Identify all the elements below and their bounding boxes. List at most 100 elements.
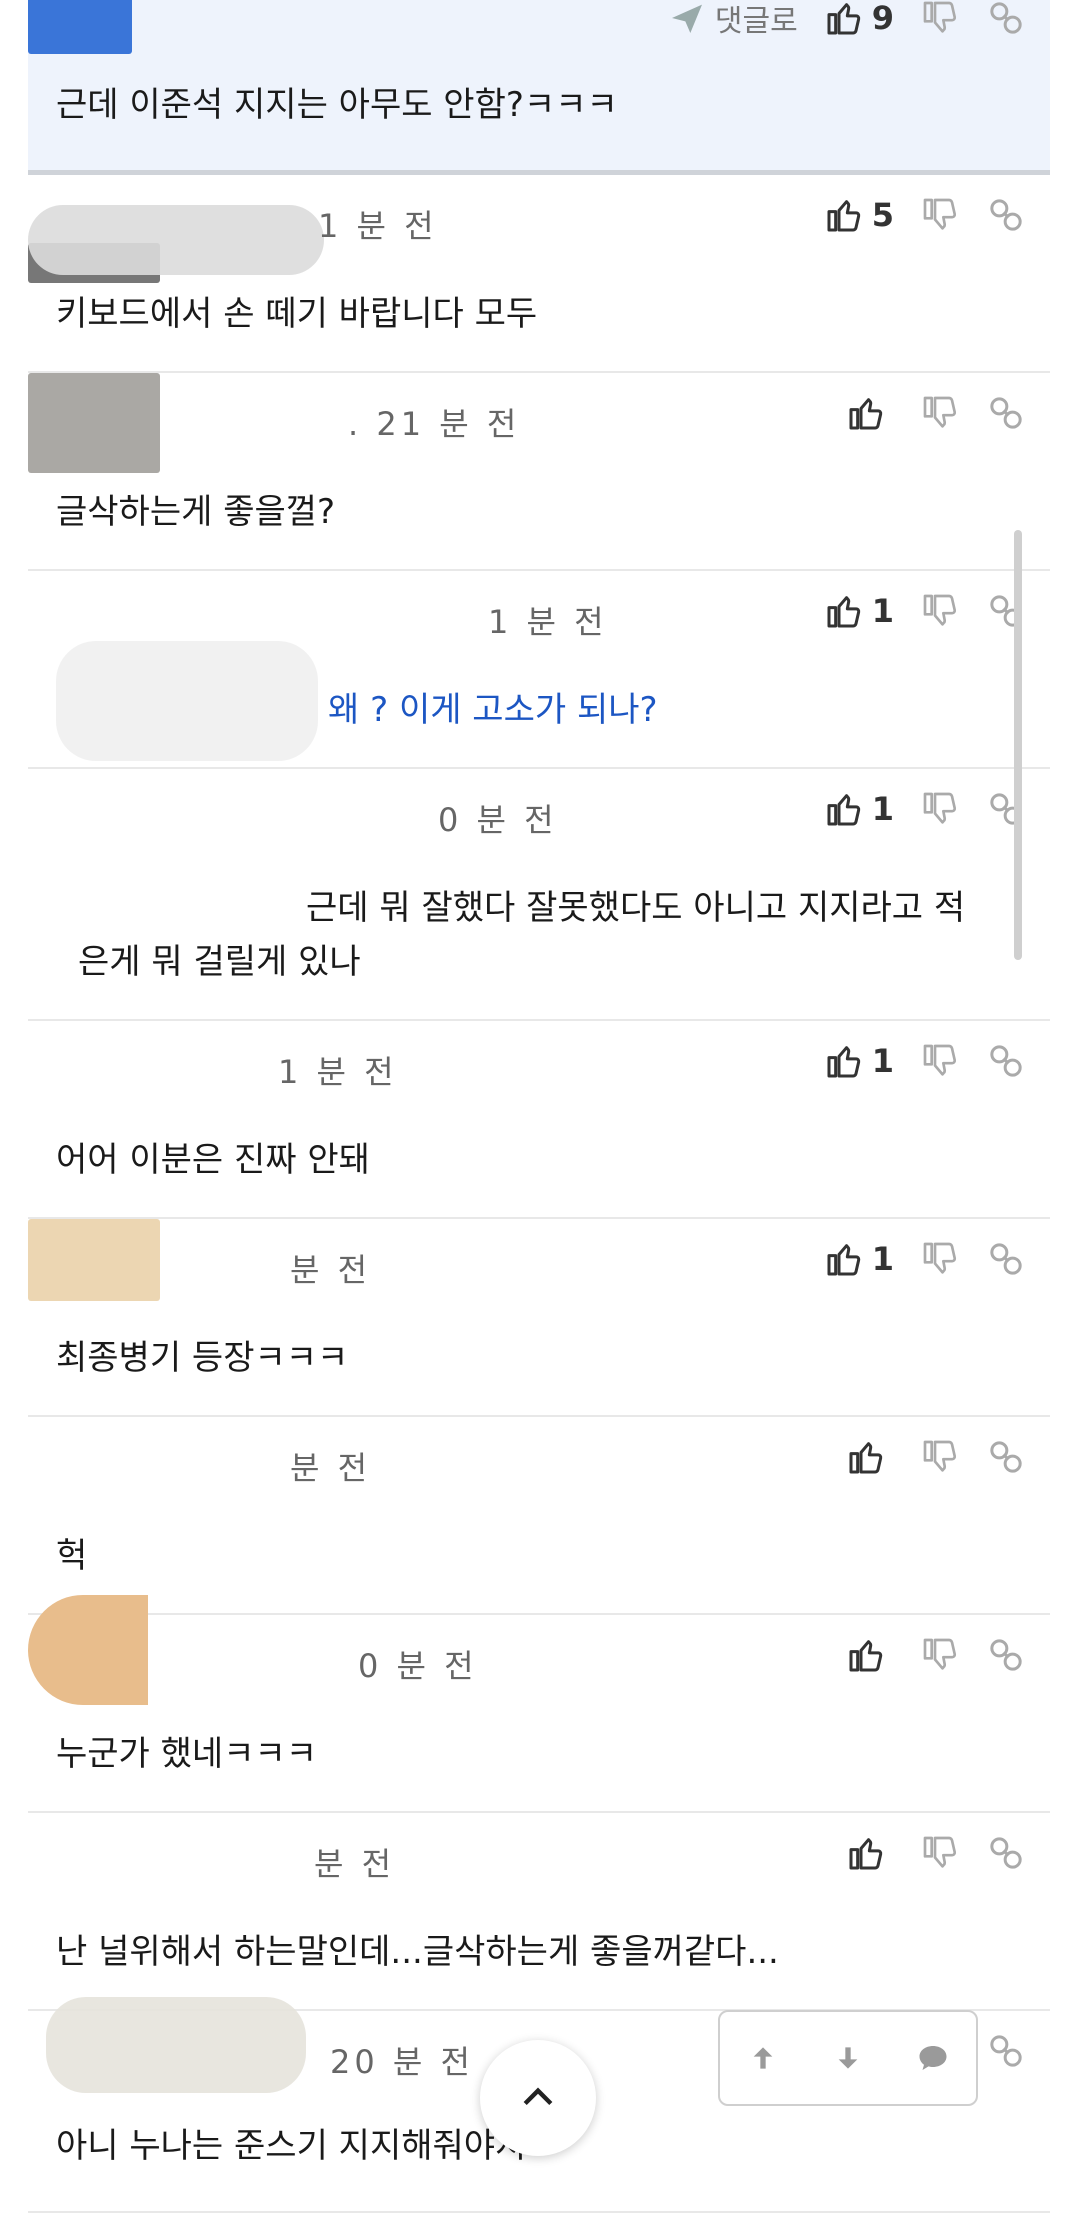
comment-time: 0 분 전 bbox=[438, 801, 558, 839]
comment-item: 댓글로 9 근데 이준석 지지는 아무도 안함?ㅋㅋㅋ bbox=[28, 0, 1050, 175]
reply-arrow-icon bbox=[667, 0, 707, 38]
like-count: 1 bbox=[871, 1240, 894, 1278]
thumbs-up-icon bbox=[846, 1635, 886, 1675]
scroll-to-top-button[interactable] bbox=[480, 2040, 596, 2156]
comment-header: 1 분 전 1 bbox=[28, 571, 1050, 761]
thumbs-up-icon bbox=[824, 789, 864, 829]
link-icon[interactable] bbox=[986, 1239, 1026, 1279]
link-icon[interactable] bbox=[986, 1833, 1026, 1873]
masked-avatar bbox=[46, 1997, 306, 2093]
comment-header: 0 분 전 1 bbox=[28, 769, 1050, 849]
thumbs-up-icon bbox=[824, 195, 864, 235]
comment-actions bbox=[846, 1631, 1026, 1679]
comment-header: 1 분 전 1 bbox=[28, 1021, 1050, 1101]
comment-time: 20 분 전 bbox=[330, 2043, 474, 2081]
comment-actions bbox=[986, 2027, 1026, 2075]
link-icon[interactable] bbox=[986, 1041, 1026, 1081]
comment-header: 분 전 1 bbox=[28, 1219, 1050, 1301]
comment-item: 1 분 전 1 왜 ? 이게 고소가 되나? bbox=[28, 571, 1050, 769]
chevron-up-icon bbox=[523, 2087, 553, 2106]
comment-header: 1 분 전 5 bbox=[28, 175, 1050, 283]
reply-button[interactable]: 댓글로 bbox=[667, 0, 798, 40]
chat-bubble-icon bbox=[919, 2046, 947, 2070]
comment-text: 글삭하는게 좋을껄? bbox=[56, 492, 336, 532]
arrow-up-icon bbox=[753, 2047, 772, 2069]
thumbs-down-icon[interactable] bbox=[920, 0, 960, 38]
thumbs-down-icon[interactable] bbox=[920, 393, 960, 433]
scroll-down-button[interactable] bbox=[826, 2036, 870, 2080]
comment-item: 분 전 1 최종병기 등장ㅋㅋㅋ bbox=[28, 1219, 1050, 1417]
thumbs-up-icon bbox=[824, 591, 864, 631]
thumbs-up-icon bbox=[824, 1041, 864, 1081]
avatar bbox=[28, 373, 160, 473]
comment-actions: 5 bbox=[824, 191, 1026, 239]
comment-time: 0 분 전 bbox=[358, 1647, 478, 1685]
scrollbar[interactable] bbox=[1014, 530, 1022, 960]
thumbs-up-icon bbox=[846, 393, 886, 433]
thumbs-down-icon[interactable] bbox=[920, 195, 960, 235]
like-button[interactable] bbox=[846, 1437, 894, 1477]
comment-text: 어어 이분은 진짜 안돼 bbox=[56, 1140, 370, 1180]
comment-list: 댓글로 9 근데 이준석 지지는 아무도 안함?ㅋㅋㅋ 1 분 전 5 키보드에… bbox=[28, 0, 1050, 2213]
comment-time: 분 전 bbox=[290, 1251, 372, 1289]
link-icon[interactable] bbox=[986, 393, 1026, 433]
comment-item: 0 분 전 누군가 했네ㅋㅋㅋ bbox=[28, 1595, 1050, 1813]
like-count: 1 bbox=[871, 790, 894, 828]
comment-header: 분 전 bbox=[28, 1417, 1050, 1497]
link-icon[interactable] bbox=[986, 195, 1026, 235]
link-icon[interactable] bbox=[986, 2031, 1026, 2071]
thumbs-down-icon[interactable] bbox=[920, 1437, 960, 1477]
like-button[interactable]: 1 bbox=[824, 1041, 894, 1081]
like-button[interactable] bbox=[846, 393, 894, 433]
like-button[interactable] bbox=[846, 1833, 894, 1873]
thumbs-down-icon[interactable] bbox=[920, 1833, 960, 1873]
comment-actions bbox=[846, 1829, 1026, 1877]
comment-item: 분 전 난 널위해서 하는말인데...글삭하는게 좋을꺼같다... bbox=[28, 1813, 1050, 2011]
comment-header: 분 전 bbox=[28, 1813, 1050, 1893]
comment-time: 1 분 전 bbox=[318, 207, 438, 245]
write-comment-button[interactable] bbox=[911, 2036, 955, 2080]
like-button[interactable] bbox=[846, 1635, 894, 1675]
thumbs-down-icon[interactable] bbox=[920, 1635, 960, 1675]
scroll-up-button[interactable] bbox=[741, 2036, 785, 2080]
thumbs-down-icon[interactable] bbox=[920, 1239, 960, 1279]
comment-text: 키보드에서 손 떼기 바랍니다 모두 bbox=[56, 294, 538, 334]
thumbs-down-icon[interactable] bbox=[920, 591, 960, 631]
masked-avatar bbox=[56, 641, 318, 761]
comment-actions: 1 bbox=[824, 587, 1026, 635]
comment-text: 아니 누나는 준스기 지지해줘야지 bbox=[56, 2126, 527, 2166]
comment-item: 1 분 전 1 어어 이분은 진짜 안돼 bbox=[28, 1021, 1050, 1219]
comment-actions bbox=[846, 389, 1026, 437]
comment-actions: 1 bbox=[824, 1235, 1026, 1283]
thumbs-up-icon bbox=[846, 1833, 886, 1873]
comment-item: 분 전 헉 bbox=[28, 1417, 1050, 1615]
thumbs-up-icon bbox=[824, 0, 864, 38]
comment-text: 근데 이준석 지지는 아무도 안함?ㅋㅋㅋ bbox=[56, 85, 618, 125]
comment-header: 댓글로 9 bbox=[28, 0, 1050, 80]
like-button[interactable]: 1 bbox=[824, 591, 894, 631]
comment-text: 헉 bbox=[56, 1536, 88, 1576]
link-icon[interactable] bbox=[986, 0, 1026, 38]
comment-time: 분 전 bbox=[314, 1845, 396, 1883]
thumbs-down-icon[interactable] bbox=[920, 1041, 960, 1081]
comment-time: 1 분 전 bbox=[278, 1053, 398, 1091]
like-button[interactable]: 1 bbox=[824, 1239, 894, 1279]
comment-header: 0 분 전 bbox=[28, 1595, 1050, 1705]
comment-navigator bbox=[718, 2010, 978, 2106]
link-icon[interactable] bbox=[986, 1437, 1026, 1477]
comment-header: . 21 분 전 bbox=[28, 373, 1050, 473]
like-button[interactable]: 1 bbox=[824, 789, 894, 829]
arrow-down-icon bbox=[838, 2047, 858, 2069]
like-button[interactable]: 5 bbox=[824, 195, 894, 235]
comment-item: 0 분 전 1 근데 뭐 잘했다 잘못했다도 아니고 지지라고 적 은게 뭐 걸… bbox=[28, 769, 1050, 1021]
avatar bbox=[28, 1219, 160, 1301]
comment-time: . 21 분 전 bbox=[348, 405, 521, 443]
like-button[interactable]: 9 bbox=[824, 0, 894, 38]
link-icon[interactable] bbox=[986, 1635, 1026, 1675]
reply-label: 댓글로 bbox=[714, 4, 798, 39]
comment-text: 누군가 했네ㅋㅋㅋ bbox=[56, 1734, 318, 1774]
thumbs-down-icon[interactable] bbox=[920, 789, 960, 829]
comment-text: 최종병기 등장ㅋㅋㅋ bbox=[56, 1338, 349, 1378]
like-count: 9 bbox=[871, 0, 894, 37]
thumbs-up-icon bbox=[846, 1437, 886, 1477]
